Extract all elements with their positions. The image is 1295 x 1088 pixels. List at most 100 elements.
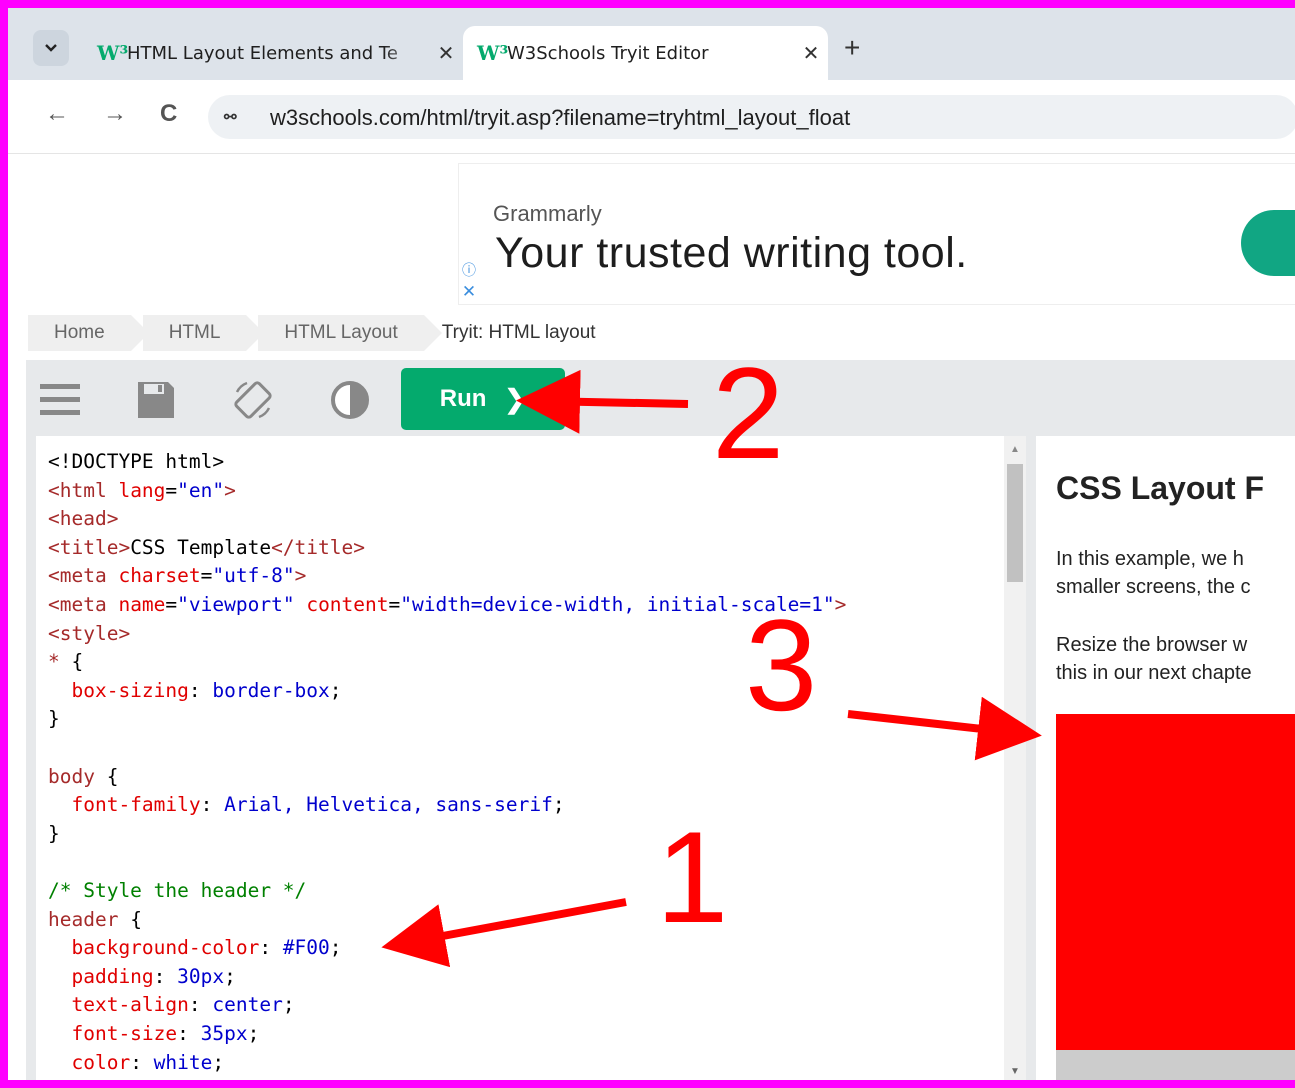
- code-token: box-sizing: [71, 678, 189, 702]
- w3schools-favicon-icon: W³: [477, 41, 509, 65]
- code-token: center: [212, 993, 283, 1017]
- code-line[interactable]: box-sizing: border-box;: [48, 678, 341, 702]
- code-token: text-align: [71, 993, 189, 1017]
- scroll-up-icon[interactable]: ▲: [1010, 444, 1020, 455]
- code-line[interactable]: <html lang="en">: [48, 479, 236, 502]
- code-token: content: [306, 593, 389, 616]
- code-token: :: [188, 678, 213, 702]
- result-paragraph-line: this in our next chapte: [1056, 662, 1252, 684]
- reload-icon[interactable]: C: [160, 100, 177, 128]
- breadcrumb-home[interactable]: Home: [28, 315, 149, 351]
- ad-close-icon[interactable]: ✕: [459, 282, 479, 302]
- code-token: :: [130, 1050, 154, 1074]
- code-line[interactable]: <head>: [48, 507, 118, 530]
- code-line[interactable]: background-color: #F00;: [48, 936, 341, 960]
- code-token: #F00: [282, 936, 330, 960]
- breadcrumb-html-layout[interactable]: HTML Layout: [258, 315, 443, 351]
- advertisement-banner[interactable]: Grammarly Your trusted writing tool. ⓘ ✕: [458, 163, 1295, 305]
- ad-cta-button[interactable]: [1241, 210, 1295, 276]
- url-text[interactable]: w3schools.com/html/tryit.asp?filename=tr…: [270, 105, 850, 131]
- tab-html-layout[interactable]: W³ HTML Layout Elements and Te ✕: [83, 26, 463, 80]
- code-line[interactable]: <meta charset="utf-8">: [48, 564, 306, 587]
- code-token: <html: [48, 478, 119, 502]
- contrast-icon[interactable]: [328, 378, 372, 422]
- code-line[interactable]: <meta name="viewport" content="width=dev…: [48, 593, 846, 616]
- code-token: :: [153, 964, 178, 988]
- code-line[interactable]: <title>CSS Template</title>: [48, 536, 365, 559]
- rotate-orientation-icon[interactable]: [231, 378, 275, 422]
- scrollbar-thumb[interactable]: [1007, 464, 1023, 582]
- code-token: >: [224, 478, 236, 502]
- code-token: =: [200, 564, 213, 588]
- result-red-header: [1056, 714, 1295, 1050]
- save-icon[interactable]: [134, 378, 178, 422]
- code-line[interactable]: * {: [48, 650, 83, 673]
- code-line[interactable]: }: [48, 822, 60, 845]
- code-line[interactable]: color: white;: [48, 1051, 224, 1074]
- code-line[interactable]: font-size: 35px;: [48, 1022, 259, 1045]
- code-token: font-family: [71, 793, 201, 817]
- browser-window: W³ HTML Layout Elements and Te ✕ W³ W3Sc…: [8, 8, 1295, 1080]
- ad-info-icon[interactable]: ⓘ: [459, 260, 479, 280]
- annotation-number-3: 3: [745, 592, 818, 738]
- tab-tryit-editor[interactable]: W³ W3Schools Tryit Editor ✕: [463, 26, 828, 80]
- code-token: =: [165, 478, 178, 502]
- code-token: {: [106, 764, 119, 788]
- code-line[interactable]: text-align: center;: [48, 993, 295, 1017]
- code-token: 35px: [200, 1022, 248, 1045]
- close-icon[interactable]: ✕: [429, 41, 463, 65]
- breadcrumb: Home HTML HTML Layout Tryit: HTML layout: [28, 315, 634, 351]
- close-icon[interactable]: ✕: [794, 41, 828, 65]
- code-token: /* Style the header */: [48, 879, 307, 902]
- code-token: CSS Template: [130, 535, 272, 559]
- code-token: lang: [118, 478, 166, 502]
- code-token: <title>: [48, 535, 131, 559]
- site-info-icon[interactable]: ⚯: [224, 108, 237, 126]
- new-tab-button[interactable]: +: [844, 32, 860, 64]
- forward-arrow-icon[interactable]: →: [103, 100, 127, 128]
- code-editor[interactable]: <!DOCTYPE html> <html lang="en"> <head> <ti…: [36, 436, 1004, 1080]
- code-token: :: [200, 793, 225, 817]
- code-token: {: [71, 650, 84, 674]
- code-token: padding: [71, 964, 154, 988]
- code-scrollbar[interactable]: ▲ ▼: [1004, 436, 1026, 1080]
- code-token: </title>: [271, 535, 365, 559]
- code-line[interactable]: padding: 30px;: [48, 964, 235, 988]
- code-line[interactable]: <style>: [48, 622, 130, 645]
- ad-headline: Your trusted writing tool.: [495, 229, 968, 277]
- code-token: Arial, Helvetica, sans-serif: [224, 793, 553, 817]
- code-token: }: [48, 821, 60, 845]
- code-token: name: [118, 593, 166, 616]
- run-button[interactable]: Run ❯: [401, 368, 565, 430]
- tab-title: W3Schools Tryit Editor: [507, 42, 709, 64]
- editor-panels: <!DOCTYPE html> <html lang="en"> <head> <ti…: [26, 436, 1295, 1080]
- code-line[interactable]: /* Style the header */: [48, 879, 306, 902]
- code-token: >: [294, 564, 307, 588]
- editor-toolbar: Run ❯: [26, 360, 1295, 436]
- code-line[interactable]: header {: [48, 908, 142, 931]
- code-line[interactable]: body {: [48, 765, 118, 788]
- scroll-down-icon[interactable]: ▼: [1010, 1066, 1020, 1077]
- result-preview[interactable]: CSS Layout F In this example, we h small…: [1036, 436, 1295, 1080]
- code-line[interactable]: }: [48, 707, 60, 730]
- menu-icon[interactable]: [38, 378, 82, 422]
- code-token: ;: [552, 793, 565, 817]
- breadcrumb-html[interactable]: HTML: [142, 315, 265, 351]
- code-token: }: [48, 707, 60, 731]
- code-token: "utf-8": [212, 564, 295, 588]
- back-arrow-icon[interactable]: ←: [45, 100, 69, 128]
- tab-search-button[interactable]: [33, 30, 69, 66]
- code-line[interactable]: font-family: Arial, Helvetica, sans-seri…: [48, 793, 565, 817]
- code-token: "en": [177, 478, 225, 502]
- code-token: :: [177, 1022, 201, 1045]
- code-token: *: [48, 650, 72, 674]
- code-token: {: [130, 907, 142, 931]
- code-line[interactable]: <!DOCTYPE html>: [48, 450, 224, 473]
- result-paragraph-line: smaller screens, the c: [1056, 576, 1251, 598]
- code-token: ;: [282, 993, 295, 1017]
